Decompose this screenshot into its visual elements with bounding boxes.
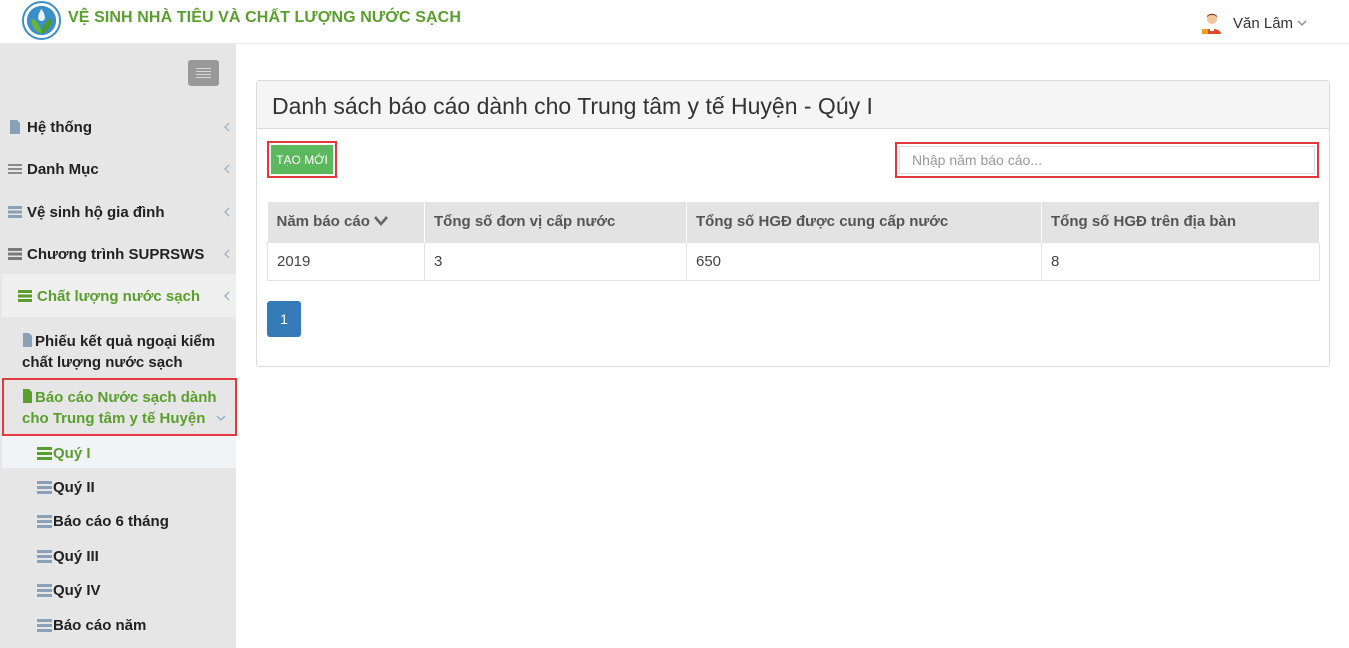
file-icon bbox=[23, 333, 32, 347]
sidebar-item-he-thong[interactable]: Hệ thống bbox=[2, 117, 236, 137]
sidebar-item-label: Danh Mục bbox=[27, 160, 99, 178]
server-icon bbox=[37, 618, 52, 632]
server-icon bbox=[8, 248, 22, 260]
report-list-panel: Danh sách báo cáo dành cho Trung tâm y t… bbox=[256, 80, 1330, 367]
chevron-down-icon bbox=[216, 415, 226, 421]
column-header-label: Năm báo cáo bbox=[276, 213, 370, 231]
sidebar-item-ve-sinh-ho-gia-dinh[interactable]: Vệ sinh hộ gia đình bbox=[2, 202, 236, 222]
sidebar-leaf-label: Quý IV bbox=[53, 581, 101, 599]
file-icon bbox=[10, 120, 20, 134]
chevron-down-icon bbox=[1297, 20, 1307, 26]
server-icon bbox=[37, 549, 52, 563]
sidebar-item-label: Vệ sinh hộ gia đình bbox=[27, 203, 165, 221]
sidebar-subitem-bao-cao-nuoc-sach[interactable]: Báo cáo Nước sạch dành cho Trung tâm y t… bbox=[22, 387, 222, 429]
app-title: VỆ SINH NHÀ TIÊU VÀ CHẤT LƯỢNG NƯỚC SẠCH bbox=[68, 9, 461, 26]
sidebar-leaf-quy-1[interactable]: Quý I bbox=[37, 443, 91, 463]
sidebar-leaf-label: Quý II bbox=[53, 478, 95, 496]
table-cell: 3 bbox=[424, 241, 687, 281]
search-highlight bbox=[895, 142, 1319, 178]
new-button-highlight: TẠO MỚI bbox=[267, 141, 337, 178]
report-table: Năm báo cáo Tổng số đơn vị cấp nước Tổng… bbox=[267, 202, 1320, 281]
file-icon bbox=[23, 389, 32, 403]
sort-down-icon[interactable] bbox=[373, 216, 388, 227]
sidebar-leaf-label: Báo cáo 6 tháng bbox=[53, 512, 169, 530]
server-icon bbox=[37, 480, 52, 494]
table-cell: 650 bbox=[686, 241, 1042, 281]
column-header-label: Tổng số HGĐ được cung cấp nước bbox=[696, 213, 949, 231]
page-title: Danh sách báo cáo dành cho Trung tâm y t… bbox=[272, 93, 873, 119]
user-menu[interactable]: Văn Lâm bbox=[1200, 11, 1307, 35]
chevron-left-icon bbox=[224, 164, 230, 174]
server-icon bbox=[37, 514, 52, 528]
list-icon bbox=[8, 164, 22, 174]
sidebar-toggle-button[interactable] bbox=[188, 60, 219, 86]
table-cell: 2019 bbox=[267, 241, 425, 281]
chevron-left-icon bbox=[224, 207, 230, 217]
app-logo-icon[interactable] bbox=[22, 1, 61, 40]
year-search-input[interactable] bbox=[899, 146, 1315, 174]
chevron-left-icon bbox=[224, 122, 230, 132]
sidebar-subitem-phieu-ket-qua[interactable]: Phiếu kết quả ngoại kiểm chất lượng nước… bbox=[22, 331, 222, 373]
sidebar-item-danh-muc[interactable]: Danh Mục bbox=[2, 159, 236, 179]
sidebar-leaf-label: Báo cáo năm bbox=[53, 616, 147, 634]
sidebar-subitem-label: Phiếu kết quả ngoại kiểm chất lượng nước… bbox=[22, 333, 216, 371]
chevron-left-icon bbox=[224, 291, 230, 301]
server-icon bbox=[37, 583, 52, 597]
sidebar-item-label: Chương trình SUPRSWS bbox=[27, 245, 205, 263]
column-header-label: Tổng số đơn vị cấp nước bbox=[434, 213, 616, 231]
table-row[interactable]: 2019 3 650 8 bbox=[267, 241, 1320, 281]
server-icon bbox=[18, 290, 32, 302]
table-header-row: Năm báo cáo Tổng số đơn vị cấp nước Tổng… bbox=[267, 202, 1320, 242]
user-name: Văn Lâm bbox=[1233, 14, 1294, 32]
column-header-households-supplied[interactable]: Tổng số HGĐ được cung cấp nước bbox=[686, 202, 1042, 242]
sidebar: Hệ thống Danh Mục Vệ sinh hộ gia đình Ch… bbox=[0, 44, 237, 648]
panel-header: Danh sách báo cáo dành cho Trung tâm y t… bbox=[257, 81, 1329, 129]
sidebar-item-label: Hệ thống bbox=[27, 118, 92, 136]
table-cell: 8 bbox=[1041, 241, 1320, 281]
server-icon bbox=[8, 206, 22, 218]
column-header-label: Tổng số HGĐ trên địa bàn bbox=[1051, 213, 1237, 231]
column-header-households-total[interactable]: Tổng số HGĐ trên địa bàn bbox=[1041, 202, 1320, 242]
sidebar-leaf-bao-cao-nam[interactable]: Báo cáo năm bbox=[37, 615, 146, 635]
sidebar-leaf-label: Quý I bbox=[53, 444, 91, 462]
create-new-button[interactable]: TẠO MỚI bbox=[271, 145, 333, 174]
sidebar-leaf-quy-2[interactable]: Quý II bbox=[37, 477, 95, 497]
server-icon bbox=[37, 446, 52, 460]
chevron-left-icon bbox=[224, 249, 230, 259]
sidebar-leaf-quy-4[interactable]: Quý IV bbox=[37, 580, 101, 600]
sidebar-item-chat-luong-nuoc-sach[interactable]: Chất lượng nước sạch bbox=[2, 286, 236, 306]
sidebar-item-label: Chất lượng nước sạch bbox=[37, 287, 201, 305]
sidebar-leaf-label: Quý III bbox=[53, 547, 99, 565]
sidebar-item-chuong-trinh-suprsws[interactable]: Chương trình SUPRSWS bbox=[2, 244, 236, 264]
column-header-year[interactable]: Năm báo cáo bbox=[267, 202, 425, 242]
pagination-page-button[interactable]: 1 bbox=[267, 301, 301, 337]
column-header-units[interactable]: Tổng số đơn vị cấp nước bbox=[424, 202, 687, 242]
avatar bbox=[1202, 13, 1221, 34]
sidebar-subitem-label: Báo cáo Nước sạch dành cho Trung tâm y t… bbox=[22, 389, 217, 427]
sidebar-leaf-quy-3[interactable]: Quý III bbox=[37, 546, 99, 566]
sidebar-leaf-bao-cao-6-thang[interactable]: Báo cáo 6 tháng bbox=[37, 511, 169, 531]
top-bar: VỆ SINH NHÀ TIÊU VÀ CHẤT LƯỢNG NƯỚC SẠCH… bbox=[0, 0, 1349, 44]
